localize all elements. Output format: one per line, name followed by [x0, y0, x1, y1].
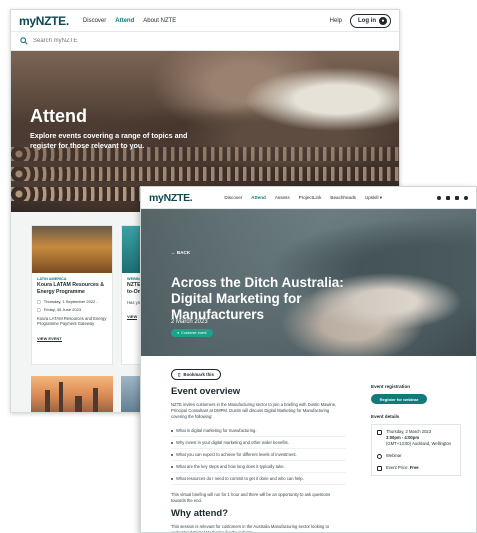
view-event-link[interactable]: VIEW [127, 314, 138, 321]
list-item-text: What you can expect to achieve for diffe… [176, 452, 297, 457]
list-item: Why invest in your digital marketing and… [171, 437, 346, 449]
list-item: What is digital marketing for manufactur… [171, 425, 346, 437]
login-label: Log in [358, 17, 376, 24]
event-price-row: Event Price: Free [377, 465, 455, 471]
bookmark-icon[interactable] [446, 195, 450, 200]
event-card-tag: LATIN AMERICA [37, 277, 67, 281]
nav-discover[interactable]: Discover [83, 18, 106, 24]
list-item-text: What is digital marketing for manufactur… [176, 428, 257, 433]
tower-shape [75, 396, 82, 412]
user-icon[interactable] [464, 195, 468, 200]
tower-shape [59, 382, 63, 412]
list-item: What you can expect to achieve for diffe… [171, 449, 346, 461]
event-overview-heading: Event overview [171, 386, 241, 397]
event-datetime-row: Thursday, 2 March 2023 3:00pm - 4:00pm (… [377, 429, 455, 447]
event-card-date: ▢ Friday, 30 June 2023 [37, 307, 107, 312]
calendar-icon: ▢ [37, 306, 41, 312]
search-bar [11, 32, 399, 51]
event-price: Free [409, 464, 419, 470]
screenshot-stage: myNZTE. Discover Attend About NZTE Help … [0, 0, 477, 533]
badge-label: Customer event [181, 331, 207, 335]
why-attend-text: This session is relevant for customers i… [171, 524, 330, 533]
nav-discover[interactable]: Discover [224, 195, 242, 200]
nav-about-nzte[interactable]: About NZTE [143, 18, 176, 24]
view-event-link[interactable]: VIEW EVENT [37, 336, 62, 342]
badge-dot-icon: ● [177, 331, 180, 335]
tower-shape [45, 390, 50, 412]
list-item-text: What resources do I need to commit to ge… [176, 476, 304, 481]
event-card[interactable]: LATIN AMERICA Koura LATAM Resources & En… [31, 225, 113, 365]
event-overview-list: What is digital marketing for manufactur… [171, 425, 346, 485]
nav-projectlink[interactable]: ProjectLink [299, 195, 322, 200]
event-card-image [32, 226, 112, 273]
event-detail-window: myNZTE. Discover Attend Assess ProjectLi… [140, 186, 477, 533]
mynzte-logo[interactable]: myNZTE. [19, 14, 69, 28]
event-overview-intro: NZTE invites customers in the Manufactur… [171, 402, 337, 420]
event-card-image-city [31, 376, 113, 412]
bell-icon[interactable] [455, 195, 459, 200]
page-subtitle: Explore events covering a range of topic… [30, 131, 188, 150]
event-card-date-end: Friday, 30 June 2023 [43, 306, 82, 312]
list-item-text: Why invest in your digital marketing and… [176, 440, 289, 445]
event-price-label: Event Price: [386, 464, 409, 470]
globe-icon[interactable] [437, 195, 441, 200]
login-button[interactable]: Log in ● [350, 13, 391, 28]
event-card-date-start: Thursday, 1 September 2022 - [43, 298, 98, 304]
event-details-box: Thursday, 2 March 2023 3:00pm - 4:00pm (… [371, 424, 461, 476]
event-detail-timezone: (GMT+13:00) Auckland, Wellington [386, 440, 451, 446]
tower-shape [93, 388, 98, 412]
nav-assess[interactable]: Assess [275, 195, 290, 200]
event-time: 3:00pm - 4:00pm [386, 434, 420, 440]
mynzte-logo[interactable]: myNZTE. [149, 192, 193, 204]
event-format: Webinar [386, 452, 402, 458]
nav-beachheads[interactable]: Beachheads [330, 195, 356, 200]
event-date: 2 March 2023 [171, 319, 208, 325]
help-link[interactable]: Help [330, 18, 342, 24]
tag-icon [377, 465, 382, 471]
why-attend-heading: Why attend? [171, 508, 228, 519]
event-overview-outro: This virtual briefing will run for 1 hou… [171, 492, 331, 504]
event-sidebar: Event registration Register for webinar … [371, 384, 461, 476]
customer-event-badge: ● Customer event [171, 329, 213, 337]
calendar-icon [377, 430, 382, 435]
top-navigation: myNZTE. Discover Attend About NZTE Help … [11, 10, 399, 32]
list-item: What resources do I need to commit to ge… [171, 473, 346, 485]
page-title: Attend [30, 106, 87, 126]
register-button[interactable]: Register for webinar [371, 394, 427, 404]
bullet-icon [171, 453, 173, 456]
audience-row [11, 167, 399, 181]
bullet-icon [171, 477, 173, 480]
back-link[interactable]: ← BACK [171, 250, 190, 255]
event-format-row: Webinar [377, 453, 455, 459]
bookmark-button[interactable]: ▯ Bookmark this [171, 369, 221, 380]
bullet-icon [171, 429, 173, 432]
bookmark-label: Bookmark this [183, 372, 214, 377]
event-details-label: Event details [371, 414, 400, 419]
event-registration-label: Event registration [371, 384, 411, 389]
list-item-text: What are the key steps and how long does… [176, 464, 285, 469]
event-title: Across the Ditch Australia: Digital Mark… [171, 275, 344, 323]
top-navigation: myNZTE. Discover Attend Assess ProjectLi… [141, 187, 476, 209]
nav-attend[interactable]: Attend [115, 18, 134, 24]
calendar-icon: ▢ [37, 298, 41, 304]
bookmark-icon: ▯ [178, 371, 181, 377]
event-hero-image: ← BACK Across the Ditch Australia: Digit… [141, 209, 476, 356]
event-card-description: Koura LATAM Resources and Energy Program… [37, 315, 107, 327]
search-input[interactable] [33, 38, 233, 44]
event-card-title[interactable]: Koura LATAM Resources & Energy Programme [37, 282, 107, 296]
event-card-date: ▢ Thursday, 1 September 2022 - [37, 299, 107, 304]
search-icon [20, 37, 28, 45]
user-icon: ● [379, 16, 387, 25]
nav-upskill[interactable]: Upskill ▾ [365, 195, 382, 201]
bullet-icon [171, 441, 173, 444]
bullet-icon [171, 465, 173, 468]
list-item: What are the key steps and how long does… [171, 461, 346, 473]
location-icon [377, 453, 382, 459]
nav-attend[interactable]: Attend [251, 195, 266, 200]
